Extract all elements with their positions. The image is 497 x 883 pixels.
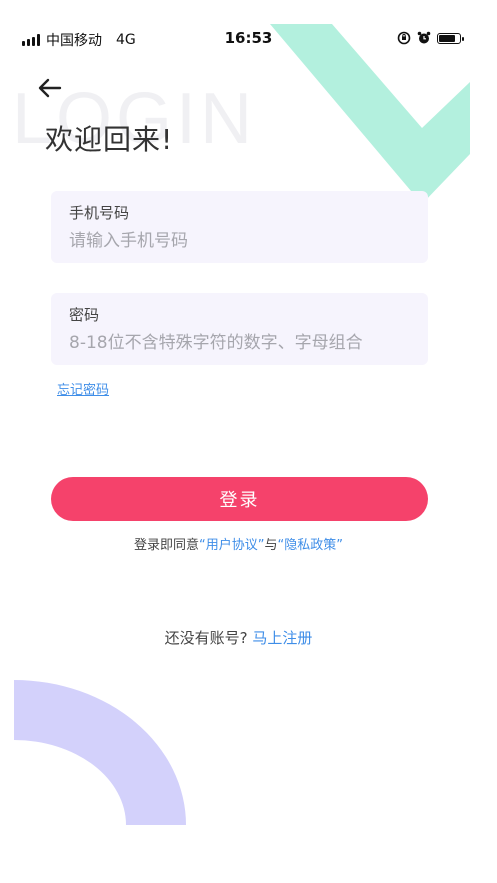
page-title: 欢迎回来!	[45, 123, 174, 156]
agreement-connector: 与	[264, 538, 278, 553]
battery-icon	[437, 32, 464, 44]
phone-field-label: 手机号码	[69, 204, 130, 222]
login-button[interactable]: 登录	[51, 477, 428, 521]
forgot-password-link[interactable]: 忘记密码	[57, 379, 109, 398]
status-bar: 中国移动 4G 16:53	[0, 26, 497, 52]
status-bar-right	[397, 31, 464, 45]
password-field: 密码	[51, 293, 428, 365]
alarm-clock-icon	[417, 31, 431, 44]
register-link[interactable]: 马上注册	[252, 629, 312, 647]
phone-field: 手机号码	[51, 191, 428, 263]
register-question: 还没有账号?	[164, 629, 248, 647]
agreement-prefix: 登录即同意	[134, 538, 200, 553]
agreement-text: 登录即同意“用户协议”与“隐私政策”	[0, 534, 477, 553]
password-field-label: 密码	[69, 306, 100, 324]
decorative-checkmark-shape	[270, 24, 470, 204]
user-agreement-link[interactable]: “用户协议”	[199, 538, 264, 553]
orientation-lock-icon	[397, 31, 411, 45]
privacy-policy-link[interactable]: “隐私政策”	[278, 538, 343, 553]
register-prompt: 还没有账号? 马上注册	[0, 627, 477, 648]
phone-input[interactable]	[69, 229, 409, 253]
password-input[interactable]	[69, 331, 409, 355]
decorative-arc-shape	[14, 680, 186, 825]
